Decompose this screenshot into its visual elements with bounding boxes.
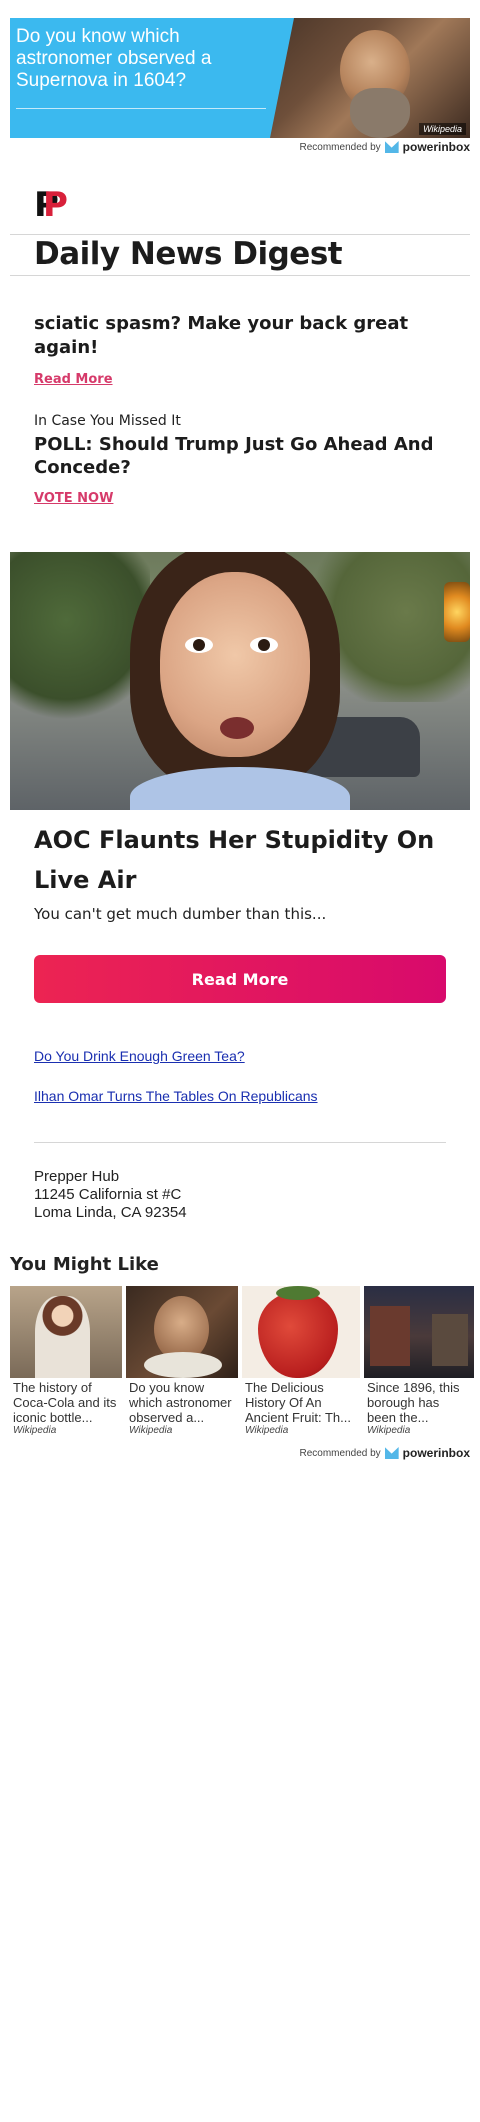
subject-mouth — [220, 717, 254, 739]
vote-now-link[interactable]: VOTE NOW — [34, 491, 113, 506]
thumbnail-building — [432, 1314, 468, 1366]
traffic-light — [444, 582, 470, 642]
card-source: Wikipedia — [245, 1425, 289, 1436]
card-thumbnail-coca-cola — [10, 1286, 122, 1378]
title-divider-top — [10, 234, 470, 235]
site-logo[interactable]: P P — [34, 188, 68, 222]
thumbnail-leaf — [276, 1286, 320, 1300]
footer-street: 11245 California st #C — [34, 1186, 182, 1203]
powerinbox-icon — [384, 141, 399, 153]
footer-divider — [34, 1142, 446, 1143]
ad-portrait-image[interactable] — [270, 18, 470, 138]
title-divider-bottom — [10, 275, 470, 276]
powerinbox-brand[interactable]: powerinbox — [403, 140, 470, 154]
promo-poll: In Case You Missed It POLL: Should Trump… — [34, 413, 454, 507]
thumbnail-figure — [35, 1296, 90, 1378]
thumbnail-ruff — [144, 1352, 222, 1378]
recommended-by-row-top[interactable]: Recommended by powerinbox — [300, 138, 471, 156]
thumbnail-strawberry — [258, 1292, 338, 1378]
newsletter-title: Daily News Digest — [34, 236, 343, 272]
read-more-link[interactable]: Read More — [34, 372, 113, 387]
card-title: The Delicious History Of An Ancient Frui… — [245, 1380, 351, 1425]
powerinbox-icon — [384, 1447, 399, 1459]
subject-eye — [250, 637, 278, 653]
top-ad-banner[interactable]: Do you know which astronomer observed a … — [10, 18, 470, 138]
card-thumbnail-strawberry — [242, 1286, 360, 1378]
portrait-beard — [350, 88, 410, 138]
logo-letter-red: P — [43, 185, 68, 225]
read-more-button[interactable]: Read More — [34, 955, 446, 1003]
article-title[interactable]: AOC Flaunts Her Stupidity On Live Air — [34, 820, 454, 900]
ilhan-omar-link[interactable]: Ilhan Omar Turns The Tables On Republica… — [34, 1088, 318, 1104]
green-tea-link[interactable]: Do You Drink Enough Green Tea? — [34, 1048, 245, 1064]
card-source: Wikipedia — [367, 1425, 411, 1436]
poll-headline: POLL: Should Trump Just Go Ahead And Con… — [34, 434, 434, 478]
ad-headline[interactable]: Do you know which astronomer observed a … — [16, 26, 266, 92]
you-might-like-heading: You Might Like — [10, 1254, 159, 1275]
card-title: Since 1896, this borough has been the... — [367, 1380, 460, 1425]
powerinbox-brand[interactable]: powerinbox — [403, 1446, 470, 1460]
promo-headline: sciatic spasm? Make your back great agai… — [34, 313, 409, 358]
ad-source-label: Wikipedia — [419, 123, 466, 135]
card-thumbnail-astronomer — [126, 1286, 238, 1378]
card-title: The history of Coca-Cola and its iconic … — [13, 1380, 117, 1425]
recommendation-card[interactable]: The Delicious History Of An Ancient Frui… — [242, 1286, 360, 1436]
promo-eyebrow: In Case You Missed It — [34, 413, 181, 429]
promo-sciatic: sciatic spasm? Make your back great agai… — [34, 312, 454, 388]
card-thumbnail-borough — [364, 1286, 474, 1378]
footer-company-name: Prepper Hub — [34, 1168, 120, 1185]
recommended-label: Recommended by — [299, 1447, 381, 1459]
recommendation-card[interactable]: Since 1896, this borough has been the...… — [364, 1286, 474, 1436]
recommendation-card[interactable]: Do you know which astronomer observed a.… — [126, 1286, 238, 1436]
recommended-label: Recommended by — [299, 141, 381, 153]
card-source: Wikipedia — [13, 1425, 57, 1436]
ad-divider — [16, 108, 266, 109]
footer-address: Prepper Hub 11245 California st #C Loma … — [34, 1168, 187, 1222]
thumbnail-building — [370, 1306, 410, 1366]
article-hero-image[interactable] — [10, 552, 470, 810]
recommendation-cards: The history of Coca-Cola and its iconic … — [10, 1286, 474, 1436]
subject-eye — [185, 637, 213, 653]
article-subtitle: You can't get much dumber than this... — [34, 905, 327, 923]
footer-city: Loma Linda, CA 92354 — [34, 1204, 187, 1221]
recommendation-card[interactable]: The history of Coca-Cola and its iconic … — [10, 1286, 122, 1436]
background-tree — [10, 552, 150, 722]
card-source: Wikipedia — [129, 1425, 173, 1436]
card-title: Do you know which astronomer observed a.… — [129, 1380, 232, 1425]
recommended-by-row-bottom[interactable]: Recommended by powerinbox — [300, 1444, 471, 1462]
